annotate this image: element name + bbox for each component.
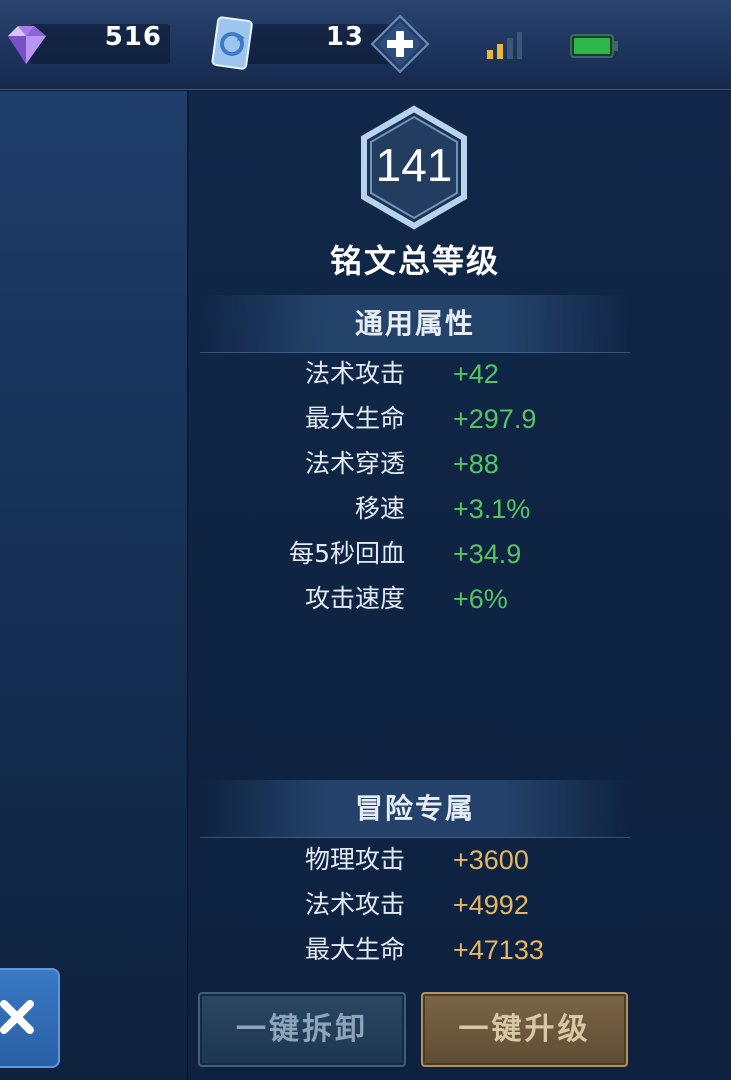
general-attributes-header: 通用属性 bbox=[200, 295, 630, 353]
stat-label: 攻击速度 bbox=[304, 584, 405, 613]
stat-value: +3600 bbox=[453, 845, 529, 875]
stat-value: +42 bbox=[453, 359, 499, 389]
stat-row: 物理攻击 +3600 bbox=[200, 839, 630, 881]
section-title: 冒险专属 bbox=[354, 792, 475, 825]
stat-label: 移速 bbox=[354, 494, 405, 523]
stat-value: +34.9 bbox=[453, 539, 522, 569]
diamond-count: 516 bbox=[104, 22, 162, 52]
card-refresh-icon bbox=[211, 16, 253, 70]
stat-row: 法术攻击 +42 bbox=[200, 353, 630, 395]
stat-row: 法术攻击 +4992 bbox=[200, 884, 630, 926]
resource-bar: 516 13 bbox=[0, 0, 731, 90]
stat-value: +4992 bbox=[453, 890, 529, 920]
stat-label: 物理攻击 bbox=[304, 845, 405, 874]
stat-label: 法术穿透 bbox=[304, 449, 405, 478]
battery-icon bbox=[570, 34, 618, 58]
stat-label: 法术攻击 bbox=[304, 890, 405, 919]
stat-label: 每5秒回血 bbox=[289, 539, 405, 568]
stat-label: 法术攻击 bbox=[304, 359, 405, 388]
stat-row: 移速 +3.1% bbox=[200, 488, 630, 530]
stat-row: 最大生命 +297.9 bbox=[200, 398, 630, 440]
close-icon bbox=[0, 1000, 34, 1034]
rune-level: 141 bbox=[375, 139, 453, 191]
stat-label: 最大生命 bbox=[304, 935, 405, 964]
upgrade-all-button[interactable]: 一键升级 bbox=[421, 992, 628, 1067]
stat-row: 每5秒回血 +34.9 bbox=[200, 533, 630, 575]
stat-row: 攻击速度 +6% bbox=[200, 578, 630, 620]
signal-icon bbox=[487, 32, 522, 59]
close-button[interactable] bbox=[0, 968, 60, 1068]
adventure-attributes-header: 冒险专属 bbox=[200, 780, 630, 838]
rune-summary-screen: 516 13 141 铭文总等级 通用属性 法术攻击 +42 最大生命 +297… bbox=[0, 0, 731, 1080]
stat-value: +47133 bbox=[453, 935, 544, 965]
add-cards-button[interactable] bbox=[370, 14, 430, 74]
rune-level-title: 铭文总等级 bbox=[329, 242, 500, 280]
card-count: 13 bbox=[325, 22, 364, 52]
stat-row: 法术穿透 +88 bbox=[200, 443, 630, 485]
stat-row: 最大生命 +47133 bbox=[200, 929, 630, 971]
purple-gem-icon bbox=[8, 26, 46, 64]
left-panel bbox=[0, 91, 188, 1080]
dismantle-all-button[interactable]: 一键拆卸 bbox=[198, 992, 406, 1067]
stat-value: +297.9 bbox=[453, 404, 537, 434]
section-title: 通用属性 bbox=[354, 307, 475, 340]
stat-label: 最大生命 bbox=[304, 404, 405, 433]
stat-value: +3.1% bbox=[453, 494, 531, 524]
stat-value: +88 bbox=[453, 449, 499, 479]
stat-value: +6% bbox=[453, 584, 508, 614]
